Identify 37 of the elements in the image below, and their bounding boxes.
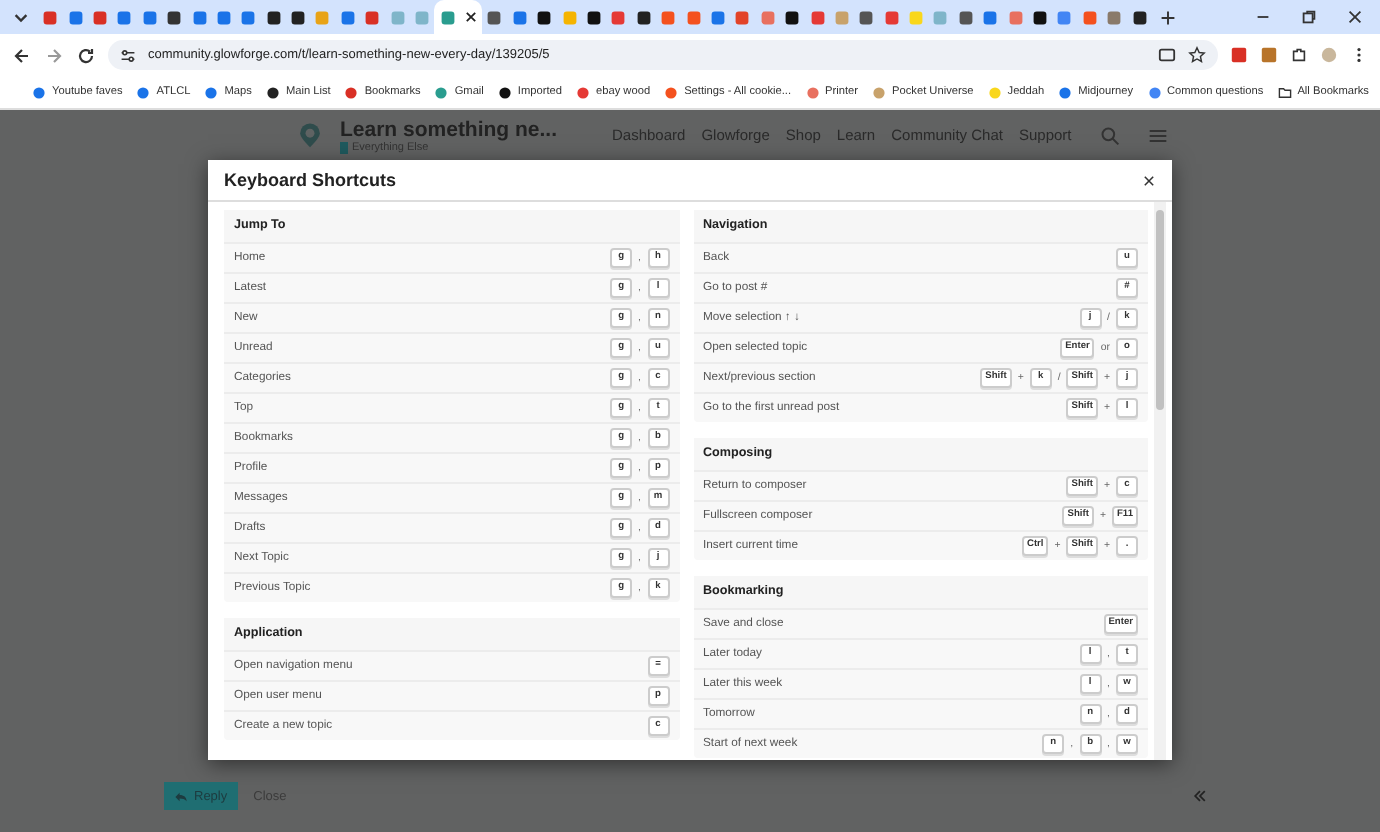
close-icon[interactable] [464, 10, 478, 24]
restore-icon[interactable] [1300, 8, 1318, 26]
bookmark-favicon-icon [204, 85, 219, 99]
folder-icon [1277, 85, 1292, 99]
forward-arrow-icon[interactable] [44, 45, 64, 65]
bookmark-favicon-icon [805, 85, 820, 99]
double-chevron-icon[interactable] [1192, 788, 1208, 804]
dialog-title: Keyboard Shortcuts [224, 170, 397, 190]
menu-icon[interactable] [1147, 125, 1168, 145]
bookmark-favicon-icon [497, 85, 512, 99]
cast-icon[interactable] [1158, 46, 1176, 64]
new-tab-icon[interactable] [1159, 9, 1176, 25]
bookmark-favicon-icon [872, 85, 887, 99]
reply-arrow-icon [174, 789, 188, 803]
site-settings-icon[interactable] [120, 47, 136, 63]
star-icon[interactable] [1188, 46, 1206, 64]
bookmark-favicon-icon [344, 85, 359, 99]
back-arrow-icon[interactable] [12, 45, 32, 65]
scrollbar[interactable] [1154, 202, 1166, 760]
browser-tab[interactable] [434, 0, 483, 34]
scrollbar-thumb[interactable] [1156, 210, 1164, 410]
reload-icon[interactable] [76, 45, 96, 65]
search-icon[interactable] [1099, 125, 1120, 145]
bookmark-favicon-icon [1058, 85, 1073, 99]
bookmark-favicon-icon [32, 85, 46, 99]
bookmark-favicon-icon [265, 85, 280, 99]
close-icon[interactable] [1142, 173, 1156, 187]
bookmark-favicon-icon [1147, 85, 1161, 99]
profile-avatar-icon[interactable] [1320, 46, 1338, 64]
bookmark-favicon-icon [136, 85, 151, 99]
bookmark-favicon-icon [664, 85, 679, 99]
bookmark-favicon-icon [434, 85, 449, 99]
puzzle-icon[interactable] [1290, 46, 1308, 64]
caret-icon[interactable] [12, 8, 30, 26]
bookmark-favicon-icon [987, 85, 1002, 99]
bookmark-favicon-icon [576, 85, 590, 99]
close-icon[interactable] [1346, 8, 1364, 26]
